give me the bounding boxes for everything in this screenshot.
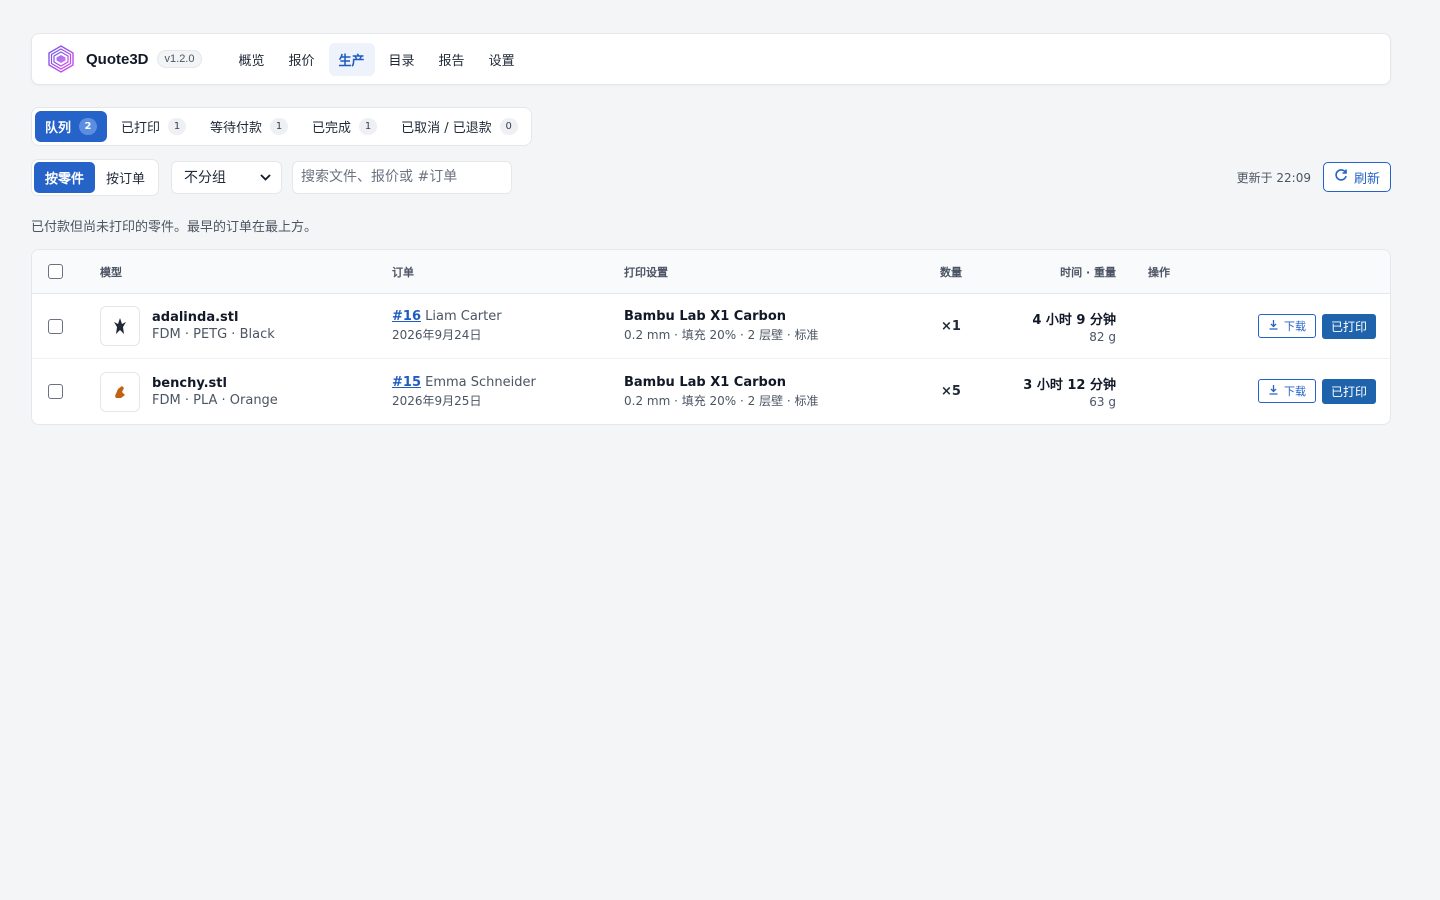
group-select-value: 不分组 [184, 170, 227, 186]
print-weight: 82 g [1089, 329, 1116, 344]
file-name: adalinda.stl [152, 310, 239, 325]
table-header: 模型 订单 打印设置 数量 时间 · 重量 操作 [32, 250, 1390, 294]
count-badge: 1 [168, 118, 187, 135]
customer-name: Emma Schneider [425, 374, 536, 390]
download-icon [1268, 384, 1279, 398]
mark-printed-button[interactable]: 已打印 [1321, 379, 1376, 404]
tab-label: 等待付款 [210, 121, 263, 136]
chevron-down-icon [260, 169, 271, 185]
download-label: 下载 [1283, 319, 1306, 333]
printer-name: Bambu Lab X1 Carbon [624, 309, 787, 324]
row-checkbox[interactable] [48, 384, 63, 399]
row-checkbox[interactable] [48, 318, 63, 334]
print-weight: 63 g [1089, 395, 1116, 409]
model-thumbnail [100, 371, 140, 412]
nav-quotes[interactable]: 报价 [279, 43, 325, 76]
tab-label: 已取消 / 已退款 [401, 121, 492, 136]
download-label: 下载 [1283, 385, 1306, 398]
nav-catalog[interactable]: 目录 [379, 43, 425, 76]
app-name: Quote3D [86, 50, 149, 68]
print-time: 3 小时 12 分钟 [1023, 378, 1116, 393]
quantity: ×5 [941, 384, 961, 399]
order-link[interactable]: #16 [392, 309, 421, 324]
tab-label: 已完成 [312, 121, 352, 136]
quantity: ×1 [941, 318, 961, 334]
by-part-button[interactable]: 按零件 [34, 161, 96, 193]
model-thumbnail [100, 306, 140, 346]
table-row: adalinda.stl FDM · PETG · Black #16 Liam… [32, 294, 1390, 359]
count-badge: 1 [359, 118, 378, 135]
refresh-label: 刷新 [1353, 171, 1380, 187]
nav-settings[interactable]: 设置 [479, 43, 525, 76]
file-name: benchy.stl [152, 375, 227, 391]
count-badge: 2 [79, 118, 98, 135]
tab-completed[interactable]: 已完成 1 [302, 111, 387, 142]
group-select[interactable]: 不分组 [171, 160, 283, 194]
select-all-checkbox[interactable] [48, 264, 63, 279]
mark-printed-button[interactable]: 已打印 [1321, 313, 1376, 339]
count-badge: 1 [270, 118, 289, 135]
toolbar: 按零件 按订单 不分组 更新于 22:09 刷新 [31, 158, 1391, 196]
order-date: 2026年9月24日 [392, 328, 482, 342]
download-button[interactable]: 下载 [1257, 379, 1316, 403]
by-order-button[interactable]: 按订单 [95, 162, 156, 193]
nav-reports[interactable]: 报告 [429, 43, 475, 76]
view-toggle: 按零件 按订单 [31, 158, 160, 196]
page: Quote3D v1.2.0 概览 报价 生产 目录 报告 设置 队列 2 已打… [0, 0, 1440, 900]
tab-printed[interactable]: 已打印 1 [111, 111, 196, 142]
logo-icon [44, 42, 78, 76]
header-time: 时间 · 重量 [1060, 265, 1116, 279]
tab-label: 已打印 [121, 121, 161, 136]
top-bar: Quote3D v1.2.0 概览 报价 生产 目录 报告 设置 [31, 33, 1391, 85]
parts-table: 模型 订单 打印设置 数量 时间 · 重量 操作 adalinda.stl FD… [31, 249, 1391, 425]
main-nav: 概览 报价 生产 目录 报告 设置 [228, 42, 525, 76]
print-time: 4 小时 9 分钟 [1032, 312, 1116, 328]
tab-cancelled[interactable]: 已取消 / 已退款 0 [391, 111, 528, 142]
print-settings: 0.2 mm · 填充 20% · 2 层壁 · 标准 [624, 393, 819, 408]
order-link[interactable]: #15 [392, 375, 421, 390]
header-order: 订单 [392, 265, 414, 279]
queue-hint: 已付款但尚未打印的零件。最早的订单在最上方。 [31, 220, 318, 235]
print-settings: 0.2 mm · 填充 20% · 2 层壁 · 标准 [624, 328, 819, 342]
header-model: 模型 [100, 265, 122, 279]
header-settings: 打印设置 [624, 265, 668, 279]
download-button[interactable]: 下载 [1257, 313, 1316, 338]
refresh-icon [1334, 168, 1348, 186]
nav-overview[interactable]: 概览 [228, 43, 274, 76]
updated-time: 更新于 22:09 [1236, 170, 1311, 185]
tab-queue[interactable]: 队列 2 [35, 111, 108, 142]
order-date: 2026年9月25日 [392, 393, 482, 408]
refresh-button[interactable]: 刷新 [1322, 162, 1391, 192]
tab-awaiting-payment[interactable]: 等待付款 1 [200, 111, 298, 142]
header-qty: 数量 [940, 265, 962, 279]
nav-production[interactable]: 生产 [328, 42, 375, 76]
status-tabs: 队列 2 已打印 1 等待付款 1 已完成 1 已取消 / 已退款 0 [31, 107, 532, 146]
search-input[interactable] [292, 160, 513, 194]
toolbar-right: 更新于 22:09 刷新 [1237, 162, 1391, 192]
printer-name: Bambu Lab X1 Carbon [624, 374, 787, 390]
header-ops: 操作 [1148, 265, 1170, 279]
download-icon [1268, 319, 1279, 333]
file-spec: FDM · PETG · Black [152, 327, 275, 342]
version-badge: v1.2.0 [156, 50, 203, 68]
tab-label: 队列 [45, 121, 72, 136]
customer-name: Liam Carter [425, 309, 502, 324]
count-badge: 0 [499, 118, 518, 135]
table-row: benchy.stl FDM · PLA · Orange #15 Emma S… [32, 359, 1390, 424]
file-spec: FDM · PLA · Orange [152, 392, 278, 408]
